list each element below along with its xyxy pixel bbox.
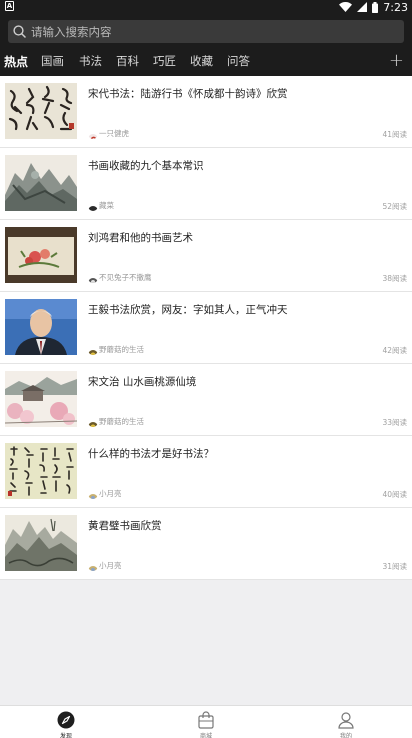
article-list: 宋代书法：陆游行书《怀成都十韵诗》欣赏 一只健虎 41阅读 书画收藏的九个基本常… bbox=[0, 76, 412, 580]
category-tabs: 热点 国画 书法 百科 巧匠 收藏 问答 + bbox=[0, 50, 412, 72]
author-name: 小月亮 bbox=[99, 561, 122, 570]
tab-encyclopedia[interactable]: 百科 bbox=[116, 53, 139, 69]
article-author: 藏菜 bbox=[88, 200, 114, 211]
nav-profile[interactable]: 我的 bbox=[316, 706, 376, 738]
battery-icon bbox=[372, 1, 379, 13]
read-count: 52阅读 bbox=[382, 202, 407, 211]
article-title: 宋文治 山水画桃源仙境 bbox=[88, 376, 197, 388]
article-item[interactable]: 刘鸿君和他的书画艺术 不见兔子不撒鹰 38阅读 bbox=[0, 220, 412, 292]
author-avatar bbox=[88, 561, 98, 571]
article-title: 书画收藏的九个基本常识 bbox=[88, 160, 204, 172]
tab-collection[interactable]: 收藏 bbox=[190, 53, 213, 69]
author-name: 小月亮 bbox=[99, 489, 122, 498]
author-avatar bbox=[88, 489, 98, 499]
author-name: 不见兔子不撒鹰 bbox=[99, 273, 152, 282]
bottom-nav: 发现 商城 我的 bbox=[0, 705, 412, 738]
read-count: 41阅读 bbox=[382, 130, 407, 139]
tab-calligraphy[interactable]: 书法 bbox=[79, 53, 102, 69]
article-author: 一只健虎 bbox=[88, 128, 129, 139]
article-author: 不见兔子不撒鹰 bbox=[88, 272, 152, 283]
read-count: 31阅读 bbox=[382, 562, 407, 571]
nav-label: 我的 bbox=[339, 733, 352, 738]
article-title: 刘鸿君和他的书画艺术 bbox=[88, 232, 193, 244]
nav-discover[interactable]: 发现 bbox=[36, 706, 96, 738]
search-input[interactable] bbox=[31, 24, 391, 39]
wifi-icon bbox=[339, 2, 353, 12]
article-item[interactable]: 黄君璧书画欣赏 小月亮 31阅读 bbox=[0, 508, 412, 580]
author-avatar bbox=[88, 345, 98, 355]
article-author: 小月亮 bbox=[88, 560, 122, 571]
read-count: 38阅读 bbox=[382, 274, 407, 283]
article-title: 黄君璧书画欣赏 bbox=[88, 520, 162, 532]
author-name: 野蘑菇的生活 bbox=[99, 345, 144, 354]
shop-bag-icon bbox=[198, 711, 214, 729]
article-thumbnail bbox=[5, 227, 77, 283]
search-bar[interactable] bbox=[8, 20, 404, 43]
article-thumbnail bbox=[5, 155, 77, 211]
top-header: 热点 国画 书法 百科 巧匠 收藏 问答 + bbox=[0, 14, 412, 76]
read-count: 42阅读 bbox=[382, 346, 407, 355]
author-avatar bbox=[88, 417, 98, 427]
status-icons: 7:23 bbox=[339, 0, 408, 14]
article-thumbnail bbox=[5, 443, 77, 499]
author-name: 野蘑菇的生活 bbox=[99, 417, 144, 426]
read-count: 40阅读 bbox=[382, 490, 407, 499]
article-thumbnail bbox=[5, 83, 77, 139]
article-author: 野蘑菇的生活 bbox=[88, 416, 144, 427]
tab-craftsman[interactable]: 巧匠 bbox=[153, 53, 176, 69]
profile-icon bbox=[338, 712, 354, 729]
article-item[interactable]: 书画收藏的九个基本常识 藏菜 52阅读 bbox=[0, 148, 412, 220]
discover-icon bbox=[57, 711, 75, 729]
clock-time: 7:23 bbox=[383, 0, 408, 14]
tab-qa[interactable]: 问答 bbox=[227, 53, 250, 69]
nav-label: 商城 bbox=[199, 733, 212, 738]
read-count: 33阅读 bbox=[382, 418, 407, 427]
tab-guohua[interactable]: 国画 bbox=[41, 53, 64, 69]
status-bar: A 7:23 bbox=[0, 0, 412, 14]
article-item[interactable]: 宋文治 山水画桃源仙境 野蘑菇的生活 33阅读 bbox=[0, 364, 412, 436]
author-avatar bbox=[88, 273, 98, 283]
nav-label: 发现 bbox=[59, 733, 72, 738]
author-avatar bbox=[88, 129, 98, 139]
article-thumbnail bbox=[5, 515, 77, 571]
article-title: 宋代书法：陆游行书《怀成都十韵诗》欣赏 bbox=[88, 88, 288, 100]
nav-shop[interactable]: 商城 bbox=[176, 706, 236, 738]
author-name: 一只健虎 bbox=[99, 129, 129, 138]
tab-hot[interactable]: 热点 bbox=[4, 53, 28, 70]
article-thumbnail bbox=[5, 371, 77, 427]
article-title: 什么样的书法才是好书法？ bbox=[88, 448, 214, 460]
search-icon bbox=[13, 25, 26, 38]
author-name: 藏菜 bbox=[99, 201, 114, 210]
add-tab-button[interactable]: + bbox=[389, 50, 404, 71]
article-author: 小月亮 bbox=[88, 488, 122, 499]
article-title: 王毅书法欣赏，网友：字如其人，正气冲天 bbox=[88, 304, 288, 316]
article-author: 野蘑菇的生活 bbox=[88, 344, 144, 355]
notification-a-icon: A bbox=[5, 1, 14, 11]
author-avatar bbox=[88, 201, 98, 211]
article-thumbnail bbox=[5, 299, 77, 355]
article-item[interactable]: 宋代书法：陆游行书《怀成都十韵诗》欣赏 一只健虎 41阅读 bbox=[0, 76, 412, 148]
article-item[interactable]: 什么样的书法才是好书法？ 小月亮 40阅读 bbox=[0, 436, 412, 508]
signal-icon bbox=[357, 2, 368, 12]
article-item[interactable]: 王毅书法欣赏，网友：字如其人，正气冲天 野蘑菇的生活 42阅读 bbox=[0, 292, 412, 364]
